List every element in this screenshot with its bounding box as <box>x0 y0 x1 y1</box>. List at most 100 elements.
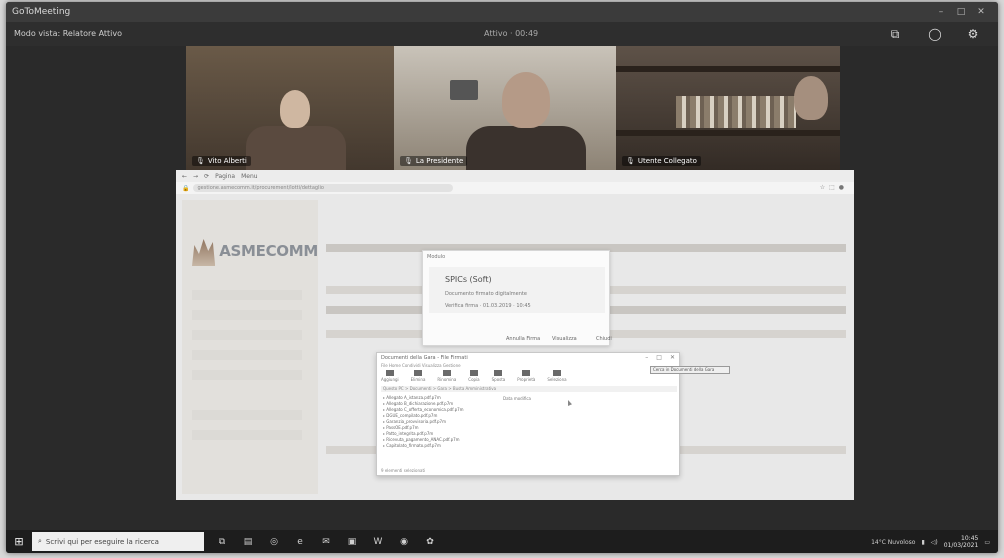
shared-screen: ← → ⟳ Pagina Menu 🔒 gestione.asmecomm.it… <box>176 170 854 500</box>
participant-name: La Presidente <box>415 157 464 165</box>
explorer-path[interactable]: Questo PC > Documenti > Gara > Busta Amm… <box>381 386 677 392</box>
dialog-title: Modulo <box>427 254 446 260</box>
search-icon: ⌕ <box>38 537 42 545</box>
meeting-app-icon[interactable]: ✿ <box>422 534 438 550</box>
list-item[interactable]: Capitolato_firmato.pdf.p7m <box>383 443 523 449</box>
ribbon-button[interactable]: Proprietà <box>517 370 535 382</box>
logo-text: ASMECOMM <box>219 242 318 260</box>
search-box[interactable]: Cerca in Documenti della Gara <box>650 366 730 374</box>
minimize-icon[interactable]: – <box>934 6 948 18</box>
browser-tab[interactable]: Menu <box>241 173 257 180</box>
word-icon[interactable]: W <box>370 534 386 550</box>
meeting-titlebar: GoToMeeting – □ ✕ <box>6 2 998 22</box>
clock[interactable]: 10:45 01/03/2021 <box>944 535 979 549</box>
maximize-icon[interactable]: □ <box>656 354 662 361</box>
participant-name: Vito Alberti <box>207 157 247 165</box>
file-explorer-window: Documenti della Gara - File Firmati – □ … <box>376 352 680 476</box>
ribbon-label: Rinomina <box>437 377 457 382</box>
weather-label[interactable]: 14°C Nuvoloso <box>871 539 915 546</box>
browser-toolbar-icons: ☆ ⬚ ● <box>820 184 844 191</box>
participant-video <box>466 126 586 170</box>
participant-tile[interactable]: 🎙 La Presidente <box>394 46 616 170</box>
browser-icon[interactable]: ◎ <box>266 534 282 550</box>
participant-video <box>280 90 310 128</box>
maximize-icon[interactable]: □ <box>954 6 968 18</box>
ribbon-button[interactable]: Sposta <box>491 370 506 382</box>
close-button[interactable]: Chiudi <box>593 335 615 343</box>
explorer-menu[interactable]: File Home Condividi Visualizza Gestione <box>381 363 677 368</box>
edge-icon[interactable]: e <box>292 534 308 550</box>
forward-icon[interactable]: → <box>193 173 198 180</box>
rename-icon <box>442 370 451 376</box>
view-mode-dropdown[interactable]: Modo vista: Relatore Attivo <box>14 29 122 38</box>
star-icon[interactable]: ☆ <box>820 184 825 191</box>
sidebar-item[interactable] <box>192 330 302 340</box>
dialog-heading: SPICs (Soft) <box>445 275 492 284</box>
participant-nameplate: 🎙 Vito Alberti <box>192 156 251 166</box>
explorer-title: Documenti della Gara - File Firmati <box>381 355 468 361</box>
clock-time: 10:45 <box>961 535 979 542</box>
close-icon[interactable]: ✕ <box>974 6 988 18</box>
close-icon[interactable]: ✕ <box>670 354 675 361</box>
sidebar-item[interactable] <box>192 310 302 320</box>
minimize-icon[interactable]: – <box>645 354 648 361</box>
website-page: ASMECOMM Modulo SPICs (Soft) Documento f… <box>176 194 854 500</box>
search-placeholder: Scrivi qui per eseguire la ricerca <box>45 537 159 546</box>
participant-nameplate: 🎙 La Presidente <box>400 156 468 166</box>
ribbon-button[interactable]: Aggiungi <box>381 370 399 382</box>
mic-icon: 🎙 <box>196 157 205 165</box>
settings-icon[interactable]: ⚙ <box>964 26 982 42</box>
task-view-icon[interactable]: ⧉ <box>214 534 230 550</box>
ribbon-button[interactable]: Copia <box>468 370 480 382</box>
chat-icon[interactable]: ◯ <box>926 26 944 42</box>
sidebar-item[interactable] <box>192 430 302 440</box>
select-icon <box>553 370 561 376</box>
extensions-icon[interactable]: ⬚ <box>829 184 835 191</box>
ribbon-label: Proprietà <box>517 377 536 382</box>
bookshelf <box>616 130 840 136</box>
participant-video <box>502 72 550 128</box>
store-icon[interactable]: ▣ <box>344 534 360 550</box>
notifications-icon[interactable]: ▭ <box>984 539 990 546</box>
mail-icon[interactable]: ✉ <box>318 534 334 550</box>
lock-icon: 🔒 <box>182 184 190 192</box>
taskbar-apps: ⧉ ▤ ◎ e ✉ ▣ W ◉ ✿ <box>214 534 438 550</box>
ribbon-button[interactable]: Elimina <box>411 370 425 382</box>
file-explorer-icon[interactable]: ▤ <box>240 534 256 550</box>
window-controls: – □ ✕ <box>934 6 988 18</box>
volume-icon[interactable]: ◁) <box>931 539 938 546</box>
monitor-screen: GoToMeeting – □ ✕ Modo vista: Relatore A… <box>6 2 998 553</box>
sidebar-item[interactable] <box>192 370 302 380</box>
participant-tile[interactable]: 🎙 Utente Collegato <box>616 46 840 170</box>
ribbon-button[interactable]: Seleziona <box>547 370 567 382</box>
browser-tab[interactable]: Pagina <box>215 173 235 180</box>
share-screen-icon[interactable]: ⧉ <box>886 26 904 42</box>
dialog-text: Documento firmato digitalmente <box>445 291 527 297</box>
chrome-icon[interactable]: ◉ <box>396 534 412 550</box>
reload-icon[interactable]: ⟳ <box>204 173 209 180</box>
network-icon[interactable]: ▮ <box>921 539 924 546</box>
avatar <box>450 80 478 100</box>
properties-icon <box>522 370 531 376</box>
view-button[interactable]: Visualizza <box>549 335 580 343</box>
profile-icon[interactable]: ● <box>839 184 844 191</box>
participant-tile[interactable]: 🎙 Vito Alberti <box>186 46 394 170</box>
sidebar-item[interactable] <box>192 350 302 360</box>
back-icon[interactable]: ← <box>182 173 187 180</box>
ribbon-button[interactable]: Rinomina <box>437 370 456 382</box>
column-header[interactable]: Data modifica <box>503 396 531 401</box>
start-icon[interactable]: ⊞ <box>6 530 32 553</box>
bookshelf <box>616 66 840 72</box>
participant-name: Utente Collegato <box>637 157 697 165</box>
ribbon-label: Sposta <box>491 377 506 382</box>
url-bar[interactable]: gestione.asmecomm.it/procurement/lotti/d… <box>193 184 454 192</box>
cancel-signature-button[interactable]: Annulla Firma <box>503 335 543 343</box>
explorer-ribbon: Aggiungi Elimina Rinomina Copia Sposta P… <box>381 370 567 382</box>
books <box>676 96 796 128</box>
sidebar-item[interactable] <box>192 410 302 420</box>
meeting-timer: Attivo · 00:49 <box>484 29 539 38</box>
taskbar-search[interactable]: ⌕ Scrivi qui per eseguire la ricerca <box>32 532 204 551</box>
site-logo[interactable]: ASMECOMM <box>192 234 318 268</box>
move-icon <box>494 370 503 376</box>
sidebar-item[interactable] <box>192 290 302 300</box>
